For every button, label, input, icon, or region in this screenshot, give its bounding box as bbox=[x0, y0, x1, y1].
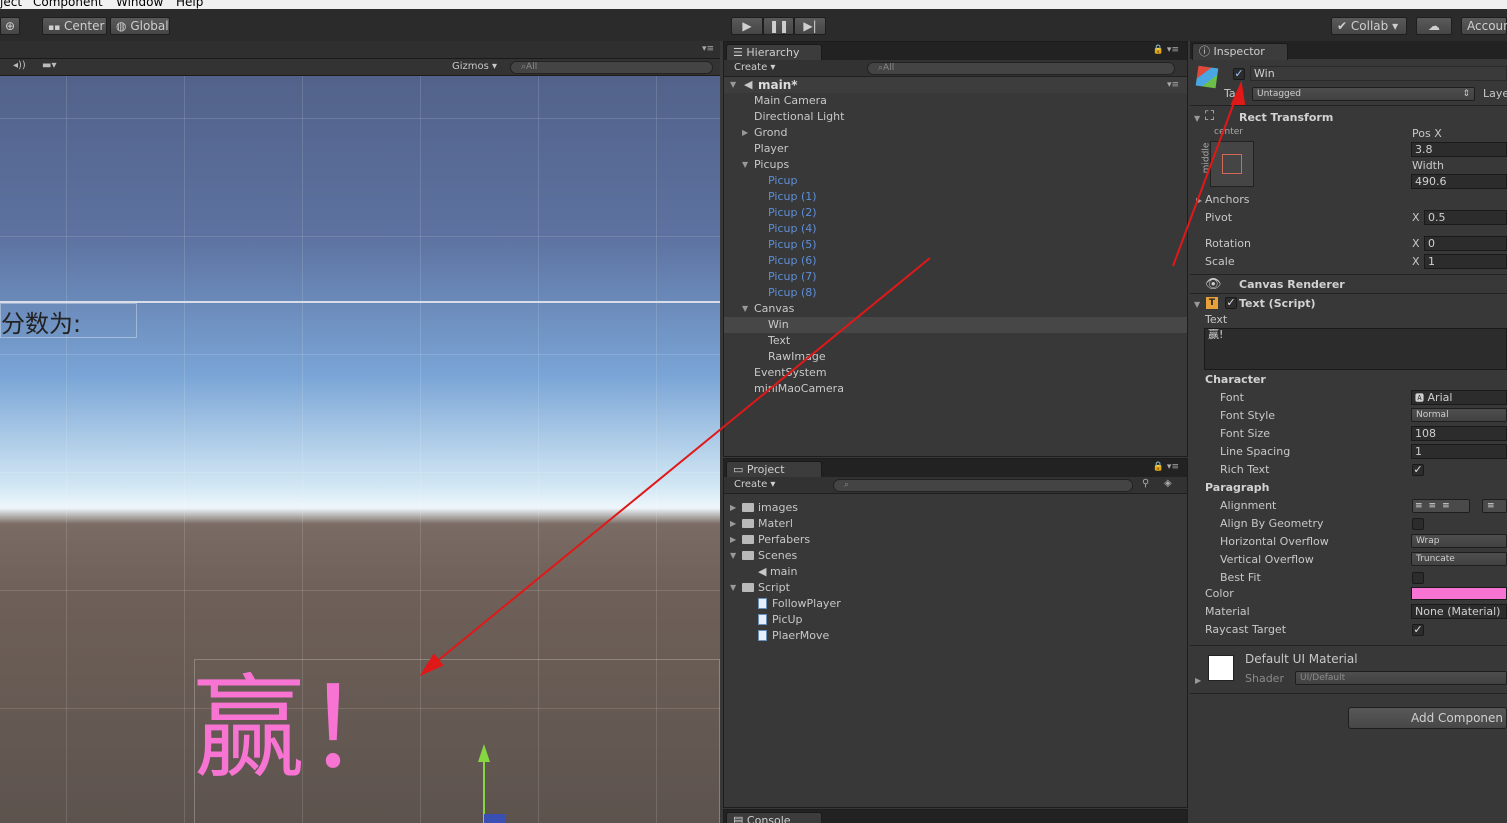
arrow-to-win-text bbox=[429, 257, 931, 668]
annotation-arrows bbox=[419, 80, 1246, 677]
arrow-head-icon bbox=[419, 653, 444, 677]
arrow-to-active-checkbox bbox=[1172, 91, 1239, 267]
arrow-head-icon bbox=[1230, 80, 1246, 105]
